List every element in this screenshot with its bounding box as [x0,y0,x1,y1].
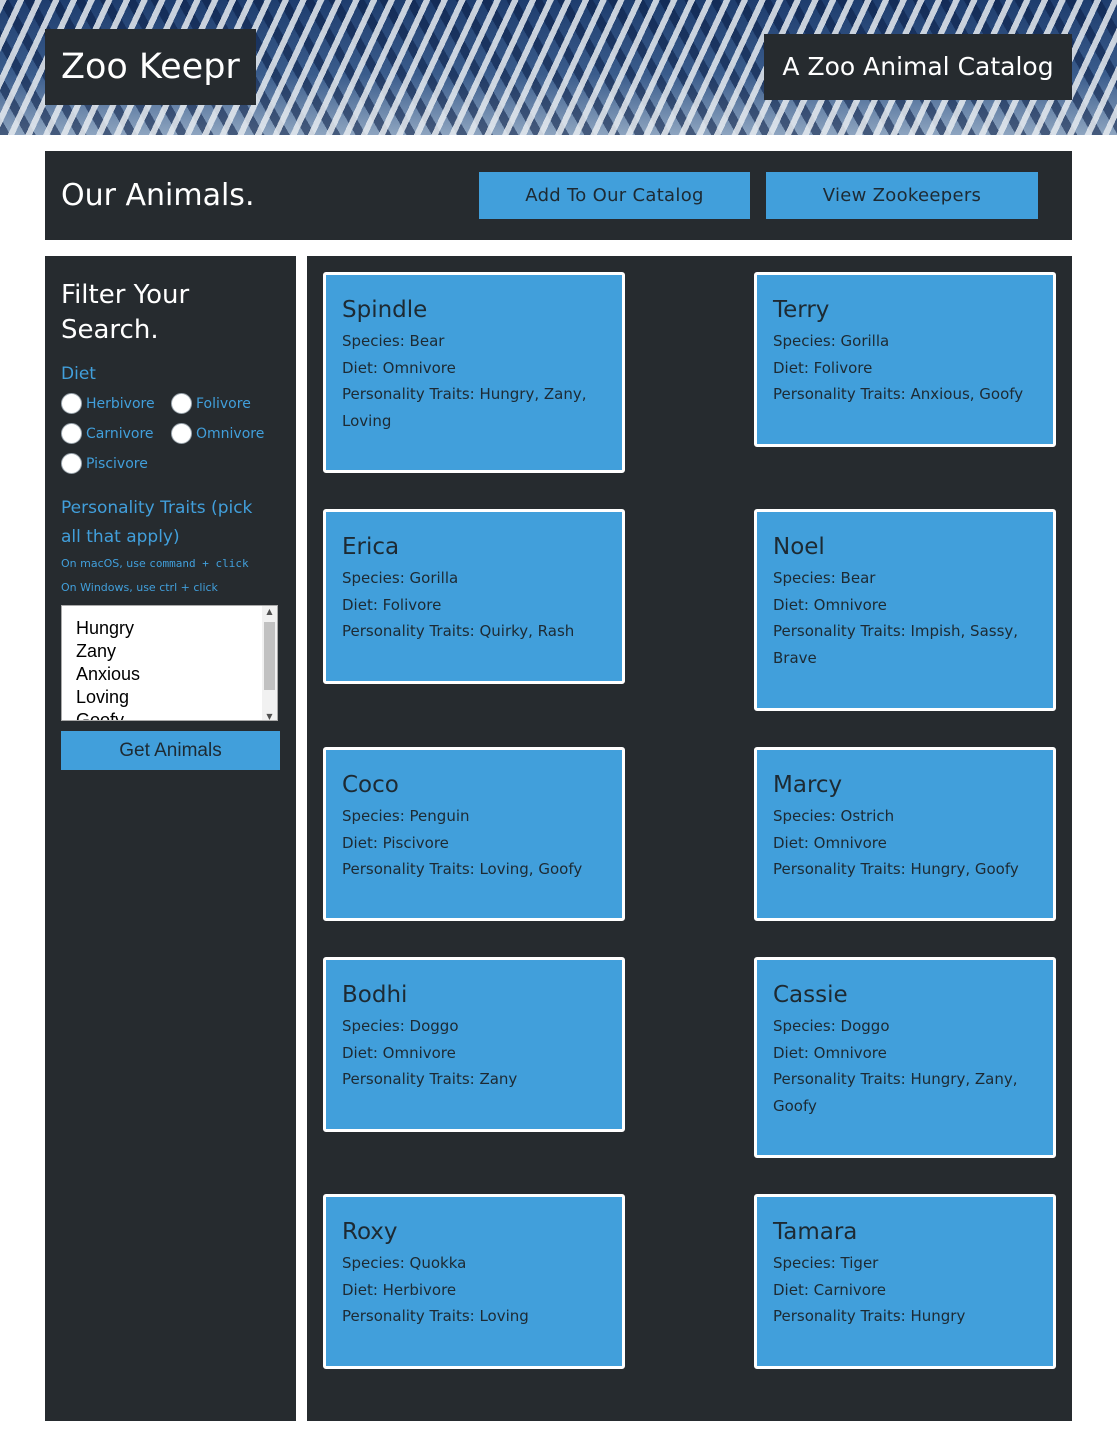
scroll-up-arrow-icon[interactable]: ▲ [262,607,277,616]
animal-species: Species: Bear [342,332,445,350]
trait-option[interactable]: Zany [62,640,277,663]
diet-option-label: Piscivore [86,455,148,472]
animal-traits: Personality Traits: Loving [342,1307,529,1325]
radio-button[interactable] [171,393,192,414]
animal-species: Species: Gorilla [773,332,890,350]
traits-options: Hungry Zany Anxious Loving Goofy [62,606,277,720]
animal-name: Roxy [342,1219,398,1245]
animal-traits: Personality Traits: Hungry, Zany, Loving [342,385,587,430]
animal-name: Marcy [773,772,843,798]
tagline: A Zoo Animal Catalog [764,34,1072,100]
animal-card: Noel Species: Bear Diet: Omnivore Person… [754,509,1056,711]
filter-title: Filter Your Search. [61,280,190,345]
diet-option-carnivore[interactable]: Carnivore [61,423,171,444]
animal-name: Terry [773,297,830,323]
diet-option-herbivore[interactable]: Herbivore [61,393,171,414]
page-title: Our Animals. [61,178,255,213]
page-titlebar: Our Animals. Add To Our Catalog View Zoo… [45,151,1072,240]
animal-card: Marcy Species: Ostrich Diet: Omnivore Pe… [754,747,1056,921]
animal-name: Erica [342,534,400,560]
animal-card: Cassie Species: Doggo Diet: Omnivore Per… [754,957,1056,1158]
animal-species: Species: Tiger [773,1254,879,1272]
diet-option-omnivore[interactable]: Omnivore [171,423,281,444]
animal-diet: Diet: Folivore [342,595,442,614]
animal-diet: Diet: Herbivore [342,1280,457,1299]
animal-traits: Personality Traits: Impish, Sassy, Brave [773,622,1019,667]
animal-diet: Diet: Omnivore [773,833,887,852]
trait-option[interactable]: Loving [62,686,277,709]
radio-button[interactable] [61,393,82,414]
animal-name: Spindle [342,297,428,323]
animal-name: Tamara [773,1219,858,1245]
diet-option-label: Carnivore [86,425,154,442]
animal-species: Species: Penguin [342,807,470,825]
animal-traits: Personality Traits: Anxious, Goofy [773,385,1024,403]
animal-diet: Diet: Omnivore [342,358,456,377]
trait-option[interactable]: Anxious [62,663,277,686]
traits-multiselect[interactable]: Hungry Zany Anxious Loving Goofy ▲ ▼ [61,605,278,721]
scrollbar-thumb[interactable] [264,622,275,690]
hint-windows: On Windows, use ctrl + click [61,581,218,594]
animal-diet: Diet: Omnivore [342,1043,456,1062]
animal-name: Coco [342,772,399,798]
animal-diet: Diet: Carnivore [773,1280,887,1299]
diet-radio-group: Herbivore Folivore Carnivore Omnivore Pi… [61,393,280,474]
traits-scrollbar[interactable]: ▲ ▼ [262,606,277,720]
animal-species: Species: Bear [773,569,876,587]
animal-results: Spindle Species: Bear Diet: Omnivore Per… [307,256,1072,1421]
diet-option-label: Herbivore [86,395,155,412]
radio-button[interactable] [171,423,192,444]
animal-traits: Personality Traits: Zany [342,1070,518,1088]
trait-option[interactable]: Hungry [62,617,277,640]
animal-diet: Diet: Omnivore [773,1043,887,1062]
animal-name: Noel [773,534,825,560]
diet-option-label: Folivore [196,395,251,412]
add-to-catalog-button[interactable]: Add To Our Catalog [479,172,750,219]
view-zookeepers-button[interactable]: View Zookeepers [766,172,1038,219]
animal-species: Species: Ostrich [773,807,895,825]
radio-button[interactable] [61,453,82,474]
animal-card: Erica Species: Gorilla Diet: Folivore Pe… [323,509,625,684]
filter-sidebar: Filter Your Search. Diet Herbivore Foliv… [45,256,296,1421]
animal-card: Terry Species: Gorilla Diet: Folivore Pe… [754,272,1056,447]
animal-species: Species: Doggo [773,1017,890,1035]
animal-diet: Diet: Folivore [773,358,873,377]
animal-traits: Personality Traits: Hungry, Goofy [773,860,1019,878]
hint-macos: On macOS, use command + click [61,552,280,576]
animal-name: Cassie [773,982,848,1008]
diet-option-label: Omnivore [196,425,265,442]
hint-macos-prefix: On macOS, use [61,557,150,570]
diet-label: Diet [61,364,96,384]
animal-name: Bodhi [342,982,408,1008]
diet-option-folivore[interactable]: Folivore [171,393,281,414]
trait-option[interactable]: Goofy [62,709,277,720]
animal-card: Spindle Species: Bear Diet: Omnivore Per… [323,272,625,473]
animal-traits: Personality Traits: Loving, Goofy [342,860,583,878]
hero-banner: Zoo Keepr A Zoo Animal Catalog [0,0,1117,135]
traits-label: Personality Traits (pick all that apply) [61,498,253,547]
animal-card: Bodhi Species: Doggo Diet: Omnivore Pers… [323,957,625,1132]
radio-button[interactable] [61,423,82,444]
get-animals-button[interactable]: Get Animals [61,731,280,770]
animal-card: Tamara Species: Tiger Diet: Carnivore Pe… [754,1194,1056,1369]
animal-diet: Diet: Omnivore [773,595,887,614]
brand-title[interactable]: Zoo Keepr [45,29,256,105]
diet-option-piscivore[interactable]: Piscivore [61,453,171,474]
animal-species: Species: Gorilla [342,569,459,587]
animal-species: Species: Doggo [342,1017,459,1035]
animal-card: Roxy Species: Quokka Diet: Herbivore Per… [323,1194,625,1369]
animal-diet: Diet: Piscivore [342,833,449,852]
animal-traits: Personality Traits: Hungry [773,1307,966,1325]
animal-traits: Personality Traits: Quirky, Rash [342,622,575,640]
animal-traits: Personality Traits: Hungry, Zany, Goofy [773,1070,1018,1115]
hint-macos-keys: command + click [149,557,249,570]
animal-card: Coco Species: Penguin Diet: Piscivore Pe… [323,747,625,921]
animal-species: Species: Quokka [342,1254,467,1272]
scroll-down-arrow-icon[interactable]: ▼ [262,712,277,720]
